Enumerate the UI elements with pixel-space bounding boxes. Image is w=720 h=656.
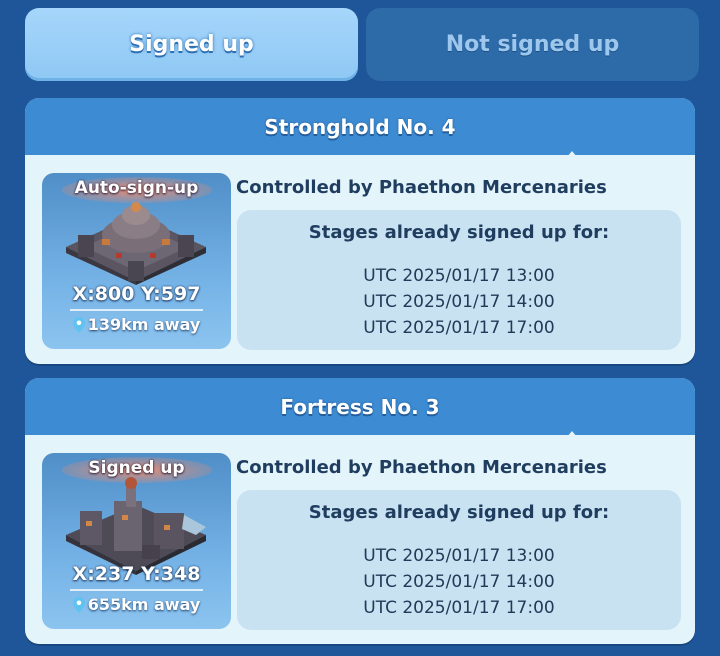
controller-text: Controlled by Phaethon Mercenaries [236, 457, 607, 478]
tab-not-signed-up[interactable]: Not signed up [366, 8, 699, 81]
fortress-card[interactable]: Fortress No. 3 Signed up X:237 Y:348 655… [25, 378, 695, 644]
stronghold-icon [66, 202, 206, 285]
stages-title: Stages already signed up for: [308, 502, 610, 523]
stages-panel: Stages already signed up for: UTC 2025/0… [237, 490, 681, 630]
building-thumbnail[interactable]: Signed up X:237 Y:348 655km away [42, 453, 231, 629]
distance-row: 139km away [42, 315, 231, 334]
building-thumbnail[interactable]: Auto-sign-up X:800 Y:597 139km away [42, 173, 231, 349]
stage-times: UTC 2025/01/17 13:00 UTC 2025/01/17 14:0… [237, 543, 681, 621]
stage-times: UTC 2025/01/17 13:00 UTC 2025/01/17 14:0… [237, 263, 681, 341]
location-pin-icon [72, 596, 85, 613]
coordinates: X:800 Y:597 [72, 283, 201, 305]
stage-time: UTC 2025/01/17 14:00 [363, 292, 555, 312]
coordinates: X:237 Y:348 [72, 563, 201, 585]
stage-time: UTC 2025/01/17 13:00 [363, 546, 555, 566]
distance-text: 655km away [87, 595, 201, 614]
location-pin-icon [72, 316, 85, 333]
stage-time: UTC 2025/01/17 17:00 [363, 598, 555, 618]
card-header: Fortress No. 3 [25, 378, 695, 437]
distance-text: 139km away [87, 315, 201, 334]
card-header: Stronghold No. 4 [25, 98, 695, 157]
card-title: Fortress No. 3 [280, 394, 440, 419]
divider [70, 589, 203, 591]
stages-panel: Stages already signed up for: UTC 2025/0… [237, 210, 681, 350]
stage-time: UTC 2025/01/17 17:00 [363, 318, 555, 338]
fortress-icon [66, 477, 206, 575]
status-label: Auto-sign-up [74, 178, 199, 198]
stages-title: Stages already signed up for: [308, 222, 610, 243]
divider [70, 309, 203, 311]
header-notch [567, 431, 577, 437]
distance-row: 655km away [42, 595, 231, 614]
tab-bar: Signed up Not signed up [25, 8, 699, 82]
card-title: Stronghold No. 4 [264, 114, 456, 139]
stage-time: UTC 2025/01/17 14:00 [363, 572, 555, 592]
controller-text: Controlled by Phaethon Mercenaries [236, 177, 607, 198]
stronghold-card[interactable]: Stronghold No. 4 Auto-sign-up X:800 Y:59… [25, 98, 695, 364]
stage-time: UTC 2025/01/17 13:00 [363, 266, 555, 286]
tab-signed-up[interactable]: Signed up [25, 8, 358, 81]
header-notch [567, 151, 577, 157]
status-label: Signed up [88, 458, 185, 478]
